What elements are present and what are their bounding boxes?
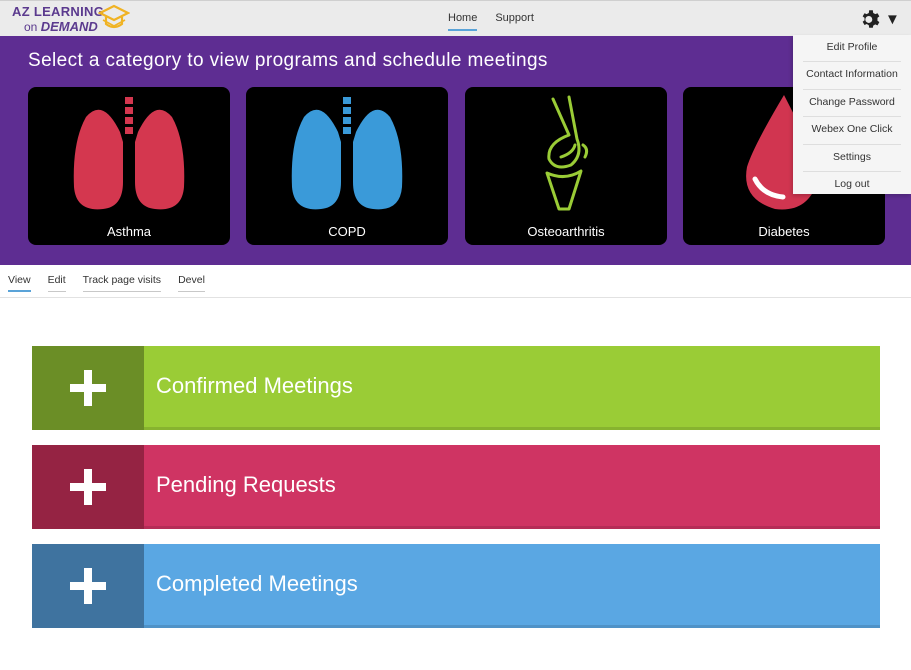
main-nav: Home Support	[448, 12, 534, 31]
category-label: Osteoarthritis	[527, 224, 605, 239]
category-card-asthma[interactable]: Asthma	[28, 87, 230, 245]
expand-toggle[interactable]	[32, 346, 144, 430]
expand-toggle[interactable]	[32, 445, 144, 529]
tab-track-page-visits[interactable]: Track page visits	[82, 274, 162, 292]
accordion-title: Confirmed Meetings	[156, 373, 353, 398]
knee-joint-icon	[545, 95, 589, 211]
plus-icon	[70, 469, 106, 505]
category-label: COPD	[328, 224, 366, 239]
menu-item-log-out[interactable]: Log out	[803, 172, 901, 198]
menu-item-change-password[interactable]: Change Password	[803, 90, 901, 118]
nav-support[interactable]: Support	[495, 12, 534, 31]
plus-icon	[70, 568, 106, 604]
accordion-completed-meetings[interactable]: Completed Meetings	[32, 544, 880, 628]
brand-line1: AZ LEARNING	[12, 4, 105, 19]
category-label: Asthma	[106, 224, 152, 239]
graduation-cap-icon	[98, 4, 130, 29]
banner-title: Select a category to view programs and s…	[28, 50, 548, 71]
menu-item-webex-one-click[interactable]: Webex One Click	[803, 117, 901, 145]
tab-devel[interactable]: Devel	[178, 274, 205, 292]
lungs-icon	[291, 97, 403, 210]
menu-item-contact-information[interactable]: Contact Information	[803, 62, 901, 90]
accordion-title: Pending Requests	[156, 472, 336, 497]
menu-item-settings[interactable]: Settings	[803, 145, 901, 172]
user-menu-dropdown: Edit Profile Contact Information Change …	[793, 35, 911, 194]
tab-edit[interactable]: Edit	[47, 274, 66, 292]
expand-toggle[interactable]	[32, 544, 144, 628]
brand-line2: on DEMAND	[24, 19, 98, 34]
plus-icon	[70, 370, 106, 406]
divider	[0, 297, 911, 298]
category-card-copd[interactable]: COPD	[246, 87, 448, 245]
category-label: Diabetes	[758, 224, 810, 239]
accordion-pending-requests[interactable]: Pending Requests	[32, 445, 880, 529]
category-banner: Select a category to view programs and s…	[0, 36, 911, 265]
local-tabs: View Edit Track page visits Devel	[8, 274, 222, 292]
tab-view[interactable]: View	[8, 274, 31, 292]
nav-home[interactable]: Home	[448, 12, 478, 31]
category-card-osteoarthritis[interactable]: Osteoarthritis	[465, 87, 667, 245]
accordion-title: Completed Meetings	[156, 571, 358, 596]
lungs-icon	[73, 97, 185, 210]
chevron-down-icon[interactable]: ▼	[885, 11, 900, 28]
menu-item-edit-profile[interactable]: Edit Profile	[803, 35, 901, 63]
gear-icon[interactable]	[860, 8, 882, 30]
top-header: AZ LEARNING on DEMAND Home Support ▼	[0, 0, 911, 36]
accordion-confirmed-meetings[interactable]: Confirmed Meetings	[32, 346, 880, 430]
